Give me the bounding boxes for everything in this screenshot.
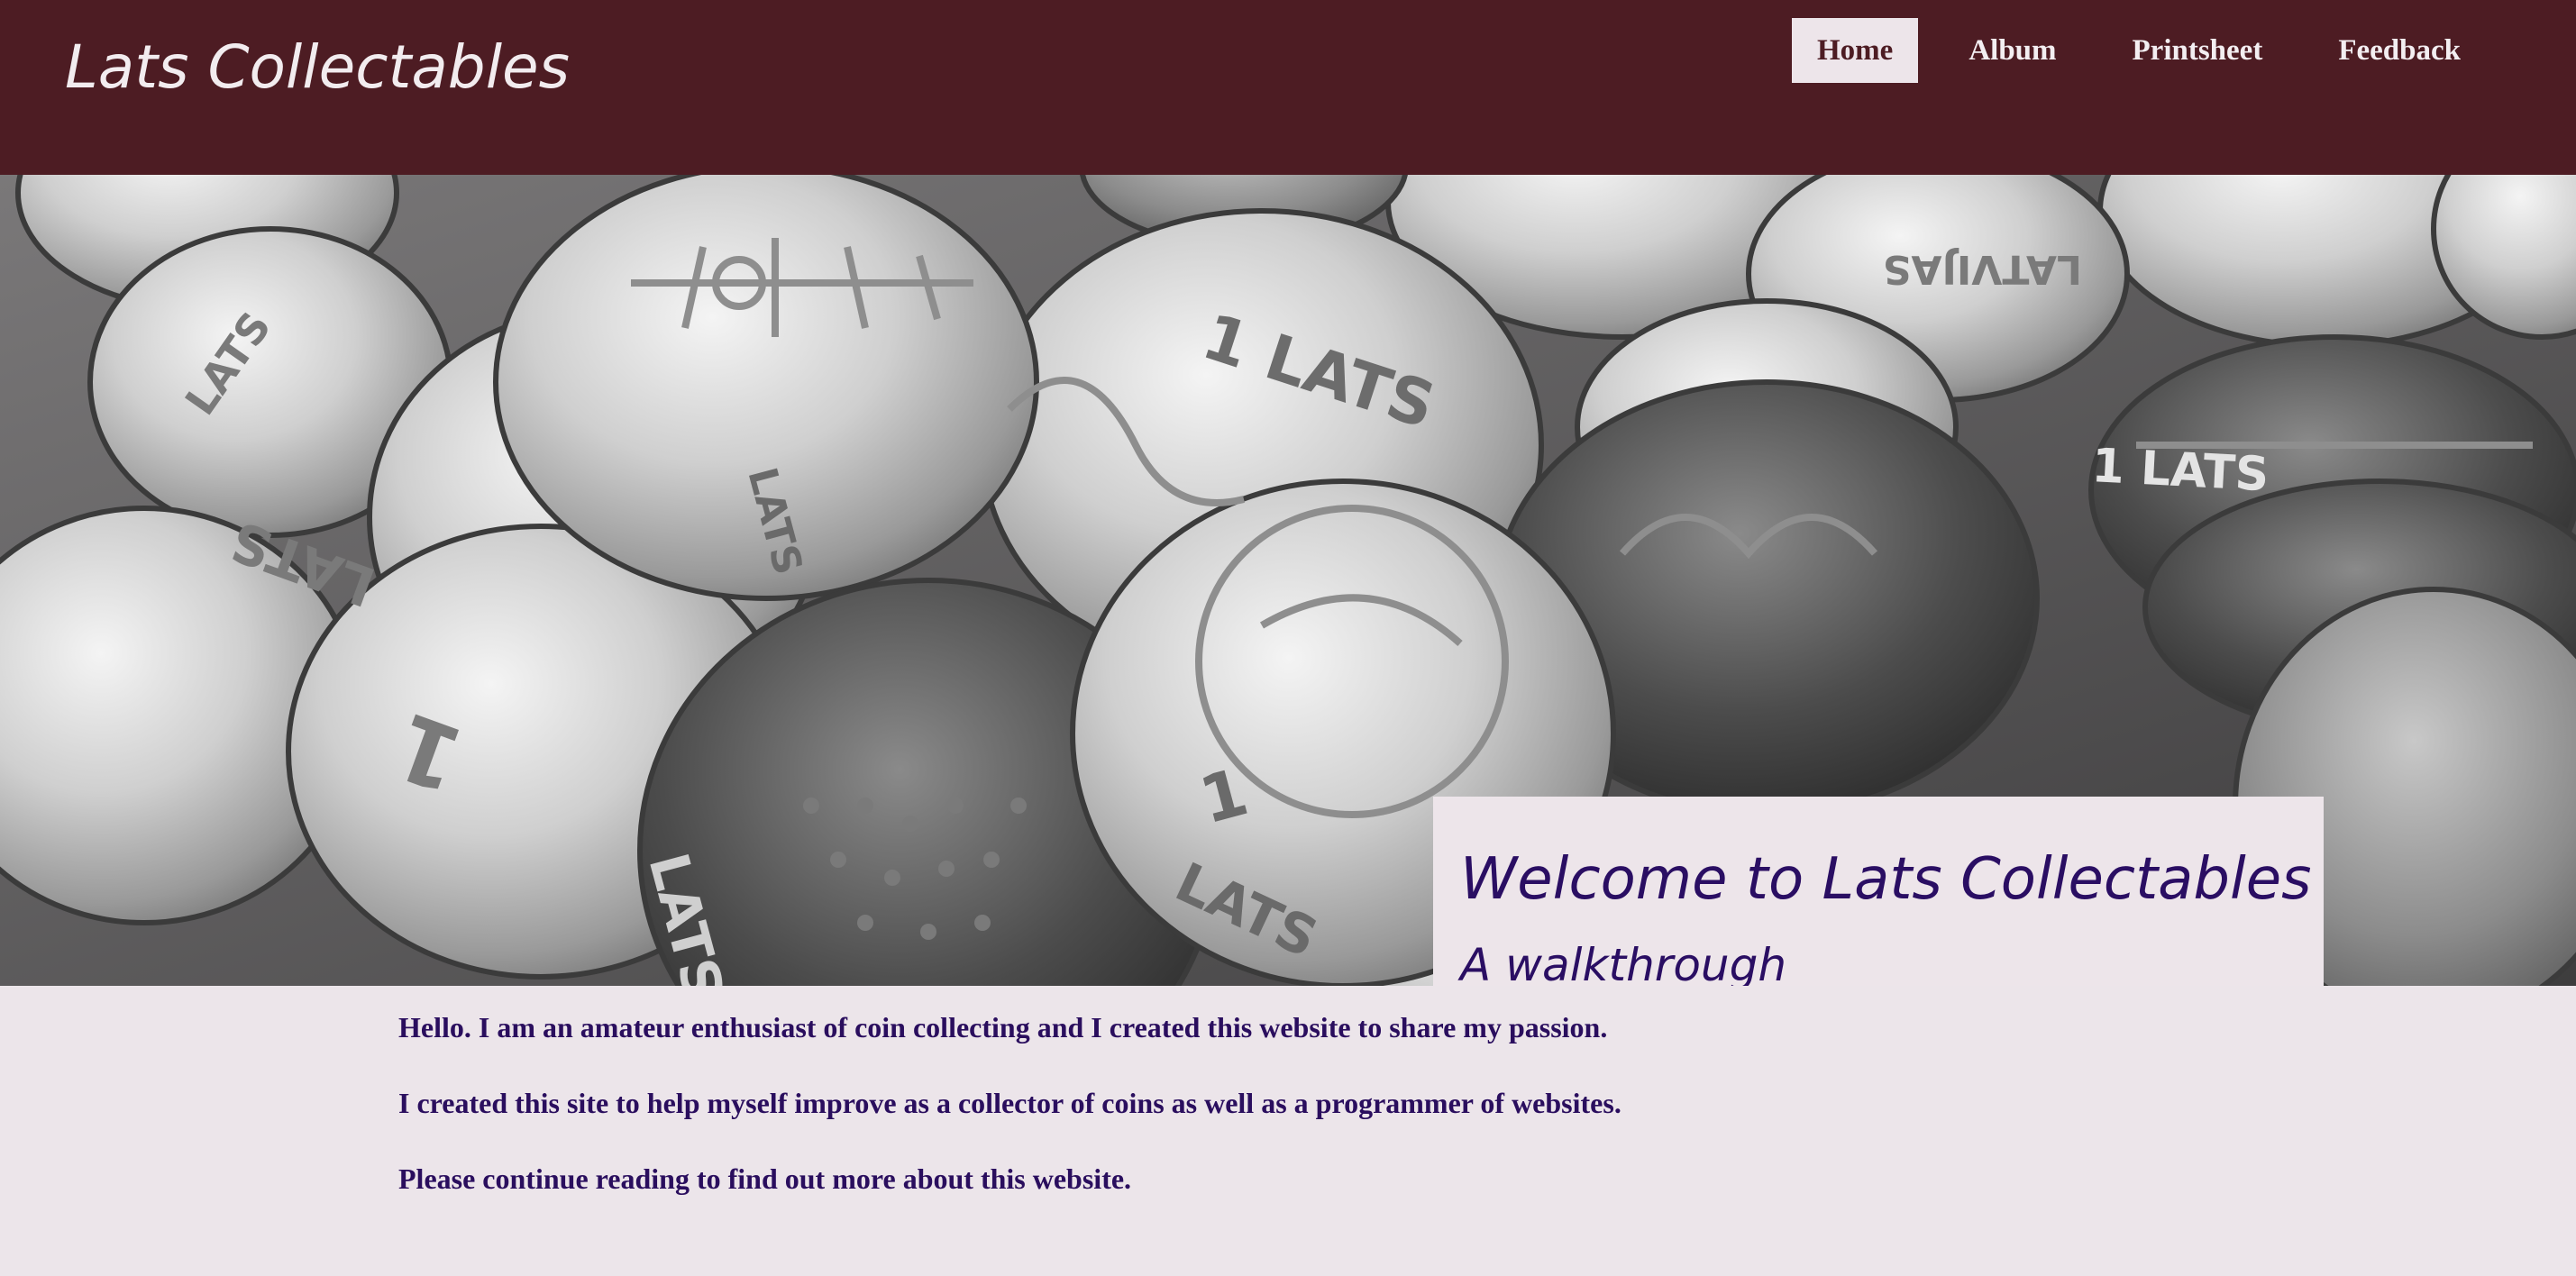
intro-content: Hello. I am an amateur enthusiast of coi… xyxy=(398,986,2201,1217)
nav-printsheet[interactable]: Printsheet xyxy=(2107,18,2288,83)
main-nav: Home Album Printsheet Feedback xyxy=(1792,18,2486,83)
welcome-card: Welcome to Lats Collectables A walkthrou… xyxy=(1433,797,2324,986)
welcome-subtitle: A walkthrough xyxy=(1460,939,1787,986)
intro-paragraph-3: Please continue reading to find out more… xyxy=(398,1162,1132,1195)
welcome-title: Welcome to Lats Collectables xyxy=(1460,846,2312,913)
site-title[interactable]: Lats Collectables xyxy=(65,27,570,108)
nav-feedback[interactable]: Feedback xyxy=(2313,18,2486,83)
intro-paragraph-2: I created this site to help myself impro… xyxy=(398,1087,1621,1119)
hero-banner: 1 LATS 1 LATS 1 LATS LATS 1 LATS LATVIJA… xyxy=(0,175,2576,986)
nav-album[interactable]: Album xyxy=(1943,18,2081,83)
nav-home[interactable]: Home xyxy=(1792,18,1919,83)
svg-text:LATVIJAS: LATVIJAS xyxy=(1883,246,2082,292)
intro-paragraph-1: Hello. I am an amateur enthusiast of coi… xyxy=(398,1011,1608,1044)
site-header: Lats Collectables Home Album Printsheet … xyxy=(0,0,2576,175)
